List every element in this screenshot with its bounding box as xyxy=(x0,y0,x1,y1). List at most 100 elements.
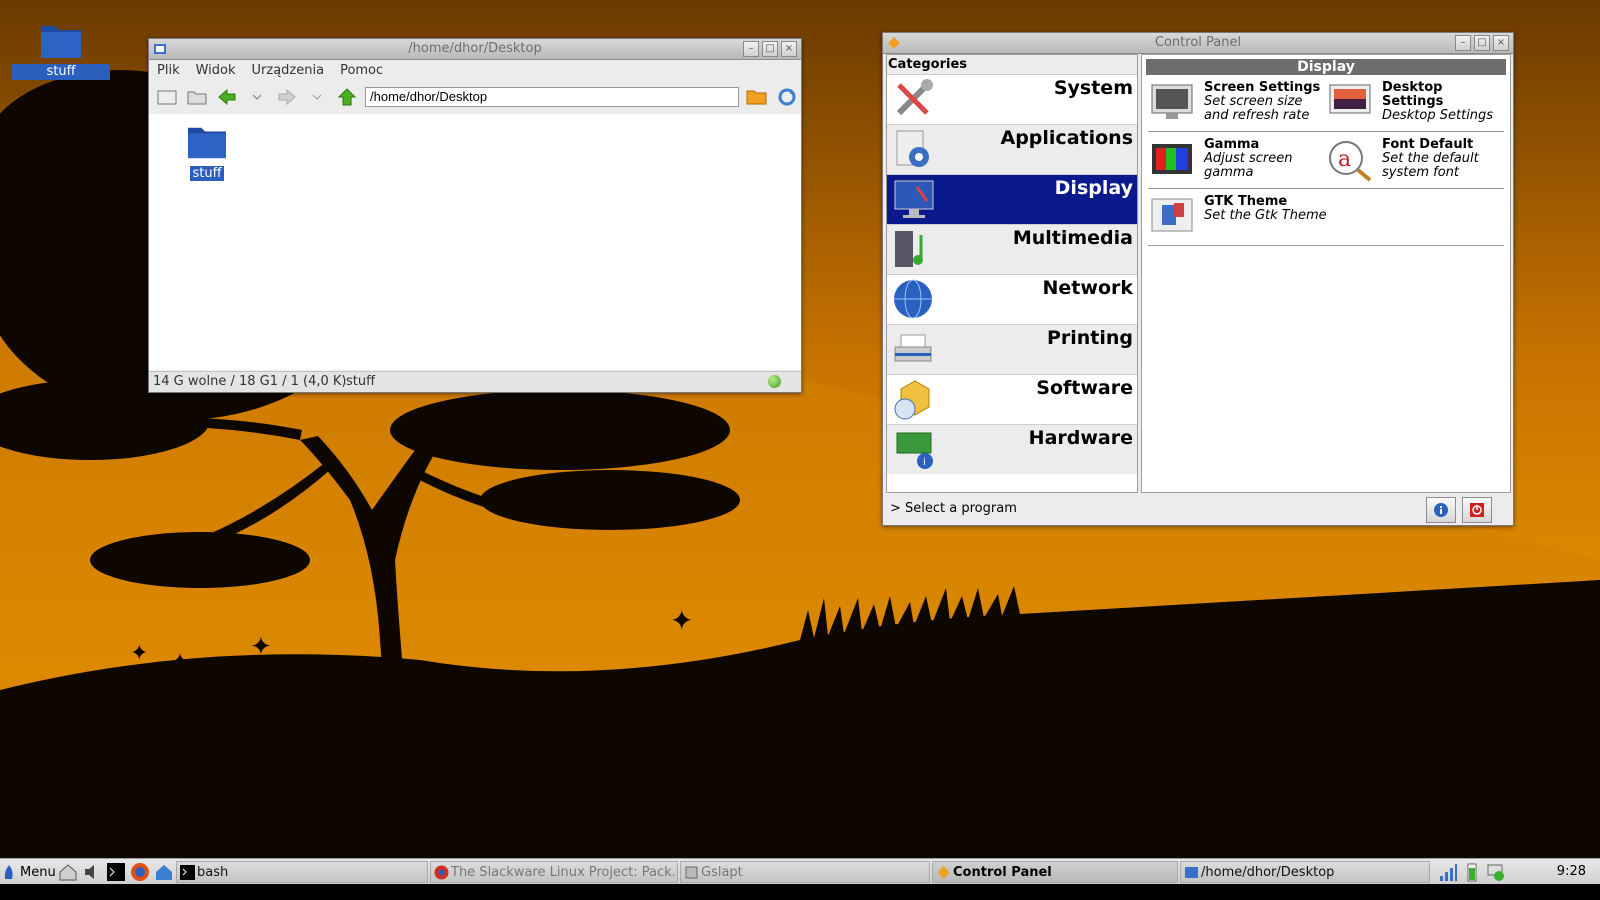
file-manager-titlebar[interactable]: /home/dhor/Desktop – □ × xyxy=(149,39,801,60)
category-software[interactable]: Software xyxy=(887,374,1137,424)
control-panel-titlebar[interactable]: Control Panel – □ × xyxy=(883,33,1513,54)
display-icon xyxy=(894,180,934,218)
program-name: Font Default xyxy=(1382,137,1474,152)
folder-icon xyxy=(41,26,81,58)
menu-file[interactable]: Plik xyxy=(157,63,180,78)
control-panel-status: > Select a program xyxy=(886,494,1508,523)
minimize-button[interactable]: – xyxy=(743,41,759,57)
forward-button[interactable] xyxy=(275,85,299,109)
terminal-launcher-icon[interactable] xyxy=(106,862,126,882)
applications-icon xyxy=(896,130,929,167)
task-browser[interactable]: The Slackware Linux Project: Pack... xyxy=(430,861,678,883)
taskbar: Menu bash The Slackware Linux Project: P… xyxy=(0,858,1600,885)
category-multimedia[interactable]: Multimedia xyxy=(887,224,1137,274)
file-item-stuff[interactable]: stuff xyxy=(185,122,229,181)
category-printing[interactable]: Printing xyxy=(887,324,1137,374)
status-bar: 14 G wolne / 18 G1 / 1 (4,0 K) stuff xyxy=(149,371,801,392)
status-selection: stuff xyxy=(346,374,376,389)
program-screen-settings[interactable]: Screen Settings Set screen size and refre… xyxy=(1148,81,1326,125)
menubar: Plik Widok Urządzenia Pomoc xyxy=(149,60,801,80)
file-item-label: stuff xyxy=(190,166,224,181)
menu-label: Menu xyxy=(20,864,56,880)
file-manager-icon xyxy=(1185,867,1198,878)
new-window-button[interactable] xyxy=(155,85,179,109)
program-gtk-theme[interactable]: GTK Theme Set the Gtk Theme xyxy=(1148,195,1330,239)
file-view[interactable]: stuff xyxy=(149,114,801,370)
category-network[interactable]: Network xyxy=(887,274,1137,324)
network-status-icon[interactable] xyxy=(1486,862,1506,882)
program-desc: Set screen size and refresh rate xyxy=(1204,94,1310,123)
start-menu-button[interactable]: Menu xyxy=(2,861,56,883)
task-gslapt[interactable]: Gslapt xyxy=(680,861,930,883)
open-folder-button[interactable] xyxy=(185,85,209,109)
category-hardware[interactable]: i Hardware xyxy=(887,424,1137,474)
menu-devices[interactable]: Urządzenia xyxy=(252,63,325,78)
firefox-launcher-icon[interactable] xyxy=(130,862,150,882)
package-icon xyxy=(685,866,698,879)
svg-text:a: a xyxy=(1338,147,1351,172)
program-desktop-settings[interactable]: Desktop Settings Desktop Settings xyxy=(1326,81,1504,125)
window-title: Control Panel xyxy=(1154,35,1242,50)
menu-help[interactable]: Pomoc xyxy=(340,63,383,78)
globe-icon xyxy=(894,279,932,319)
program-panel: Display Screen Settings Set screen size a… xyxy=(1141,54,1511,493)
quit-button[interactable] xyxy=(1462,497,1492,523)
volume-icon[interactable] xyxy=(82,862,102,882)
svg-text:✦: ✦ xyxy=(650,701,668,726)
category-applications[interactable]: Applications xyxy=(887,124,1137,174)
arrow-right-icon xyxy=(278,88,296,106)
program-name: Screen Settings xyxy=(1204,80,1321,95)
font-icon: a xyxy=(1329,141,1372,182)
minimize-button[interactable]: – xyxy=(1455,35,1471,51)
address-bar[interactable] xyxy=(365,87,739,107)
program-row: GTK Theme Set the Gtk Theme xyxy=(1148,189,1504,246)
browse-folder-button[interactable] xyxy=(745,85,769,109)
back-button[interactable] xyxy=(215,85,239,109)
program-desc: Set the default system font xyxy=(1382,151,1479,180)
status-free-space: 14 G wolne / 18 G1 / 1 (4,0 K) xyxy=(153,374,347,389)
network-launcher-icon[interactable] xyxy=(154,862,174,882)
up-button[interactable] xyxy=(335,85,359,109)
program-font-default[interactable]: a Font Default Set the default system fon… xyxy=(1326,138,1504,182)
section-title: Display xyxy=(1146,59,1506,75)
svg-text:✦: ✦ xyxy=(170,648,190,676)
about-button[interactable] xyxy=(1426,497,1456,523)
program-desc: Adjust screen gamma xyxy=(1204,151,1293,180)
window-icon xyxy=(157,90,177,105)
svg-text:✦: ✦ xyxy=(250,632,272,662)
power-icon xyxy=(1470,503,1484,517)
category-list: Categories System Applications Display M… xyxy=(886,54,1138,493)
category-display[interactable]: Display xyxy=(887,174,1137,224)
battery-icon[interactable] xyxy=(1462,862,1482,882)
close-button[interactable]: × xyxy=(781,41,797,57)
task-file-manager[interactable]: /home/dhor/Desktop xyxy=(1180,861,1430,883)
task-bash[interactable]: bash xyxy=(176,861,428,883)
task-control-panel[interactable]: Control Panel xyxy=(932,861,1178,883)
chevron-down-icon xyxy=(252,94,262,100)
chevron-down-icon xyxy=(312,94,322,100)
program-row: Gamma Adjust screen gamma a Font Default S… xyxy=(1148,132,1504,189)
maximize-button[interactable]: □ xyxy=(762,41,778,57)
close-button[interactable]: × xyxy=(1493,35,1509,51)
program-name: Gamma xyxy=(1204,137,1260,152)
control-panel-icon xyxy=(937,866,950,879)
refresh-icon xyxy=(778,88,796,106)
svg-text:✦: ✦ xyxy=(130,641,148,666)
forward-dropdown-button[interactable] xyxy=(305,85,329,109)
category-system[interactable]: System xyxy=(887,74,1137,124)
home-launcher-icon[interactable] xyxy=(58,862,78,882)
folder-icon xyxy=(188,127,226,159)
menu-view[interactable]: Widok xyxy=(196,63,236,78)
status-text: > Select a program xyxy=(890,501,1017,516)
signal-icon[interactable] xyxy=(1438,862,1458,882)
desktop-icon-stuff[interactable]: stuff xyxy=(12,20,110,80)
program-row: Screen Settings Set screen size and refre… xyxy=(1148,75,1504,132)
program-gamma[interactable]: Gamma Adjust screen gamma xyxy=(1148,138,1326,182)
refresh-button[interactable] xyxy=(775,85,799,109)
maximize-button[interactable]: □ xyxy=(1474,35,1490,51)
menu-icon xyxy=(4,865,13,879)
svg-text:✦: ✦ xyxy=(470,667,492,697)
printer-icon xyxy=(894,334,932,362)
history-dropdown-button[interactable] xyxy=(245,85,269,109)
svg-text:✦: ✦ xyxy=(590,713,610,741)
